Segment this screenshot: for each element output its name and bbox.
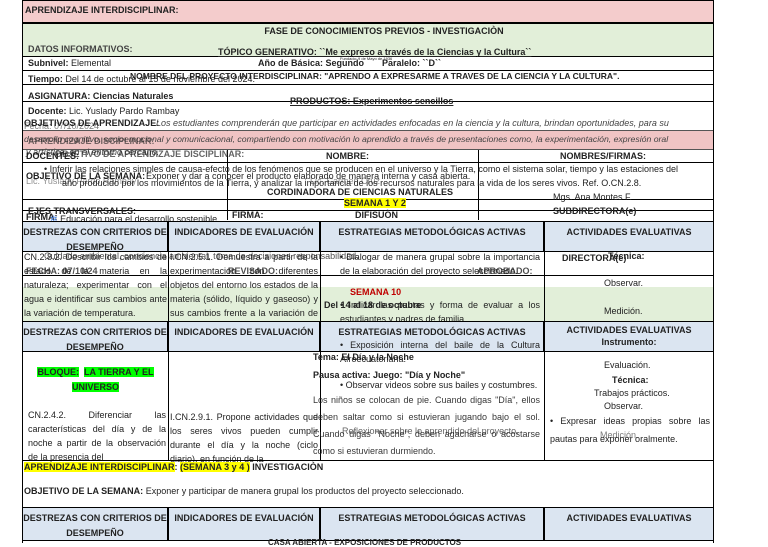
destreza-2: CN.2.4.2. Diferenciar las característica…: [28, 410, 166, 462]
firma2-label: FIRMA:: [232, 210, 264, 220]
aprendizaje-label: APRENDIZAJE INTERDISCIPLINAR: [24, 462, 175, 472]
docente: Lic. Yuslady Pardo Rambay: [69, 106, 180, 116]
mgs: Mgs. Ana Montes F.: [553, 192, 633, 202]
header-destrezas: DESTREZAS CON CRITERIOS DE DESEMPEÑO: [22, 221, 168, 252]
obj-disciplinar-label: OBJETIVO DE APRENDIZAJE DISCIPLINAR:: [55, 149, 245, 159]
estrategia-4: • Observar videos sobre sus bailes y cos…: [340, 380, 538, 390]
datos-label: DATOS INFORMATIVOS:: [28, 44, 133, 54]
investigacion: INVESTIGACIÒN: [252, 462, 324, 472]
header-estrategias: ESTRATEGIAS METODOLÓGICAS ACTIVAS: [320, 221, 544, 252]
docente-label: Docente:: [28, 106, 67, 116]
objetivos-text: Los estudiantes comprenderán que partici…: [156, 118, 669, 128]
paralelo: ``D``: [422, 58, 442, 68]
header-indicadores: INDICADORES DE EVALUACIÓN: [168, 221, 320, 252]
revisado: REVISADO:: [228, 266, 279, 276]
estrategia-5: Reflexionar sobre lo aprendido del proye…: [342, 426, 519, 436]
evaluacion: Evaluación.: [604, 360, 651, 370]
header-destrezas-3: DESTREZAS CON CRITERIOS DE DESEMPEÑO: [22, 507, 168, 541]
header-estrategias-3: ESTRATEGIAS METODOLÓGICAS ACTIVAS: [320, 507, 544, 541]
aprendizaje-disciplinar: APRENDIZAJE DISCIPLINAR:: [28, 136, 155, 146]
semana-3-4: (SEMANA 3 y 4 ): [180, 462, 250, 472]
subnivel-label: Subnivel:: [28, 58, 69, 68]
asignatura: ASIGNATURA: Ciencias Naturales: [28, 91, 174, 101]
obj-semana-3: Exponer y participar de manera grupal lo…: [145, 486, 464, 496]
medicion-2: Medición.: [600, 430, 639, 440]
indicador-2: I.CN.2.9.1. Propone actividades que los …: [170, 412, 318, 464]
nombre-label: NOMBRE:: [326, 151, 369, 161]
paralelo-label: Paralelo:: [382, 58, 421, 68]
header-actividades-3: ACTIVIDADES EVALUATIVAS: [544, 507, 714, 541]
phase-title: FASE DE CONOCIMIENTOS PREVIOS - INVESTIG…: [264, 26, 504, 36]
instrumento: Instrumento:: [601, 337, 657, 347]
obj-semana-3-label: OBJETIVO DE LA SEMANA:: [24, 486, 144, 496]
header-indicadores-3: INDICADORES DE EVALUACIÓN: [168, 507, 320, 541]
observar-1: Observar.: [604, 278, 644, 288]
header-actividades-2: ACTIVIDADES EVALUATIVAS Instrumento:: [544, 321, 714, 352]
aprobado: APROBADO:: [477, 266, 533, 276]
header-actividades-2-text: ACTIVIDADES EVALUATIVAS: [566, 325, 692, 335]
anio-label: Año de Básica:: [258, 58, 324, 68]
bloque-value: LA TIERRA Y EL UNIVERSO: [71, 367, 154, 392]
tiempo-label: Tiempo:: [28, 74, 63, 84]
observar-2: Observar.: [604, 401, 644, 411]
interdisciplinary-title: APRENDIZAJE INTERDISCIPLINAR:: [25, 5, 179, 15]
subdirectora: SUBDIRECTORA(e): [553, 206, 637, 216]
proyecto: NOMBRE DEL PROYECTO INTERDISCIPLINAR: "A…: [130, 71, 620, 81]
tema: Tema: El Día y la Noche: [313, 352, 414, 362]
trabajos: Trabajos prácticos.: [594, 388, 670, 398]
header-indicadores-2: INDICADORES DE EVALUACIÓN: [168, 321, 320, 352]
bloque-label: BLOQUE:: [37, 367, 79, 377]
medicion-1: Medición.: [604, 306, 643, 316]
bloque: BLOQUE: LA TIERRA Y EL UNIVERSO: [24, 365, 167, 395]
tecnica-1: Técnica:: [608, 251, 645, 261]
header-actividades: ACTIVIDADES EVALUATIVAS: [544, 221, 714, 252]
coordinadora: CORDINADORA DE CIENCIAS NATURALES: [267, 187, 454, 197]
estrategia-4-text: Observar videos sobre sus bailes y costu…: [345, 380, 538, 390]
tecnica-2: Técnica:: [612, 375, 649, 385]
header-destrezas-2: DESTREZAS CON CRITERIOS DE DESEMPEÑO: [22, 321, 168, 352]
fecha: FECHA: 07/10/24: [26, 266, 98, 276]
semana-1-2: SEMANA 1 Y 2: [344, 198, 406, 208]
productos: PRODUCTOS: Experimentos sencillos: [290, 96, 454, 106]
difusion: DIFISUÒN: [355, 210, 399, 220]
subnivel: Elemental: [71, 58, 112, 68]
semana-10: SEMANA 10: [350, 287, 402, 297]
nombres-firmas-label: NOMBRES/FIRMAS:: [560, 151, 646, 161]
fecha-overlap: Fecha: 07/10/2024: [24, 121, 100, 131]
